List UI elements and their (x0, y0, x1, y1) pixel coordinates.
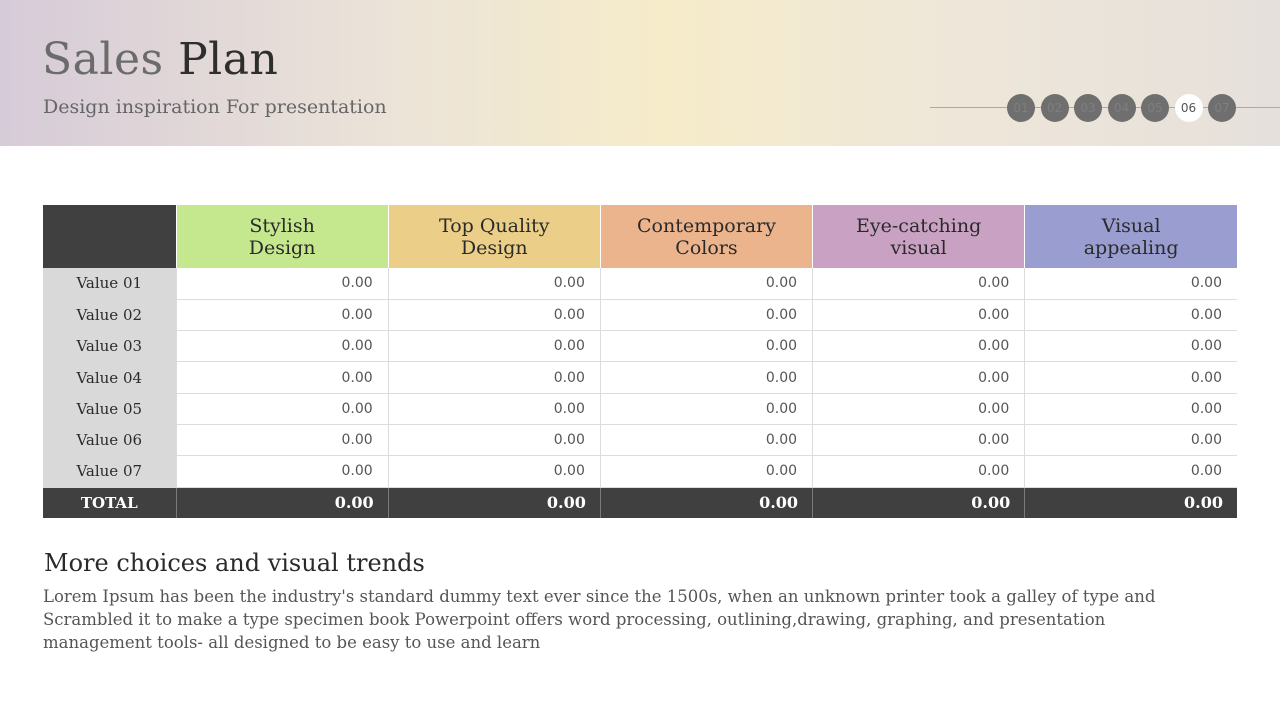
total-cell: 0.00 (175, 487, 389, 519)
section-body: Lorem Ipsum has been the industry's stan… (43, 587, 1156, 652)
table-cell: 0.00 (812, 424, 1025, 457)
table-cell: 0.00 (1024, 393, 1237, 425)
header-banner: Sales Plan Design inspiration For presen… (0, 0, 1280, 146)
table-row: Value 06 0.00 0.00 0.00 0.00 0.00 (43, 424, 1237, 457)
table-cell: 0.00 (812, 299, 1025, 332)
pager-dot-07[interactable]: 07 (1208, 94, 1236, 122)
row-label: Value 01 (43, 268, 176, 300)
row-label: Value 03 (43, 330, 176, 363)
total-label: TOTAL (43, 487, 176, 519)
pager-dot-03[interactable]: 03 (1074, 94, 1102, 122)
table-cell: 0.00 (812, 268, 1025, 300)
column-header: Stylish Design (175, 205, 389, 268)
table-cell: 0.00 (387, 361, 601, 394)
table-cell: 0.00 (599, 330, 813, 363)
table-cell: 0.00 (387, 268, 601, 300)
row-label: Value 02 (43, 299, 176, 332)
column-header: Visual appealing (1024, 205, 1237, 268)
table-row: Value 03 0.00 0.00 0.00 0.00 0.00 (43, 330, 1237, 363)
pager-dot-01[interactable]: 01 (1007, 94, 1035, 122)
total-cell: 0.00 (387, 487, 601, 519)
total-cell: 0.00 (599, 487, 813, 519)
title-word-2: Plan (178, 34, 279, 85)
table-cell: 0.00 (1024, 330, 1237, 363)
table-cell: 0.00 (599, 455, 813, 488)
table-cell: 0.00 (387, 330, 601, 363)
section-title: More choices and visual trends (44, 549, 425, 577)
table-cell: 0.00 (387, 299, 601, 332)
column-header: Top Quality Design (387, 205, 601, 268)
table-cell: 0.00 (175, 424, 389, 457)
pager-dot-05[interactable]: 05 (1141, 94, 1169, 122)
table-body: Value 01 0.00 0.00 0.00 0.00 0.00 Value 02 0.00… (43, 268, 1237, 488)
row-label: Value 07 (43, 455, 176, 488)
table-cell: 0.00 (175, 361, 389, 394)
table-cell: 0.00 (1024, 424, 1237, 457)
table-row: Value 01 0.00 0.00 0.00 0.00 0.00 (43, 268, 1237, 300)
table-total-row: TOTAL 0.00 0.00 0.00 0.00 0.00 (43, 487, 1237, 519)
table-cell: 0.00 (1024, 268, 1237, 300)
table-row: Value 04 0.00 0.00 0.00 0.00 0.00 (43, 361, 1237, 394)
table-cell: 0.00 (812, 330, 1025, 363)
table-cell: 0.00 (1024, 361, 1237, 394)
table-cell: 0.00 (175, 268, 389, 300)
row-label: Value 05 (43, 393, 176, 425)
table-cell: 0.00 (387, 455, 601, 488)
sales-table: Stylish Design Top Quality Design Contempora… (43, 205, 1237, 519)
table-cell: 0.00 (599, 424, 813, 457)
page-title: Sales Plan (42, 32, 278, 88)
table-cell: 0.00 (599, 393, 813, 425)
table-cell: 0.00 (812, 455, 1025, 488)
table-cell: 0.00 (599, 361, 813, 394)
table-row: Value 07 0.00 0.00 0.00 0.00 0.00 (43, 455, 1237, 488)
total-cell: 0.00 (1024, 487, 1237, 519)
pager-dot-06[interactable]: 06 (1174, 94, 1203, 122)
table-cell: 0.00 (812, 361, 1025, 394)
pager-dot-04[interactable]: 04 (1107, 94, 1136, 122)
table-cell: 0.00 (1024, 455, 1237, 488)
table-row: Value 05 0.00 0.00 0.00 0.00 0.00 (43, 393, 1237, 425)
table-cell: 0.00 (812, 393, 1025, 425)
column-header: Contemporary Colors (599, 205, 813, 268)
column-header: Eye-catching visual (812, 205, 1025, 268)
table-cell: 0.00 (599, 268, 813, 300)
sales-table-wrapper: Stylish Design Top Quality Design Contempora… (43, 205, 1237, 519)
table-cell: 0.00 (599, 299, 813, 332)
table-cell: 0.00 (175, 455, 389, 488)
table-cell: 0.00 (1024, 299, 1237, 332)
table-header-row: Stylish Design Top Quality Design Contempora… (43, 205, 1237, 268)
table-cell: 0.00 (387, 393, 601, 425)
table-cell: 0.00 (175, 299, 389, 332)
pager-dot-02[interactable]: 02 (1040, 94, 1069, 122)
table-row: Value 02 0.00 0.00 0.00 0.00 0.00 (43, 299, 1237, 332)
table-cell: 0.00 (175, 393, 389, 425)
row-label: Value 06 (43, 424, 176, 457)
row-label: Value 04 (43, 361, 176, 394)
page-subtitle: Design inspiration For presentation (43, 96, 387, 118)
table-cell: 0.00 (175, 330, 389, 363)
total-cell: 0.00 (812, 487, 1025, 519)
table-cell: 0.00 (387, 424, 601, 457)
table-corner-cell (43, 205, 176, 268)
title-word-1: Sales (42, 34, 164, 85)
